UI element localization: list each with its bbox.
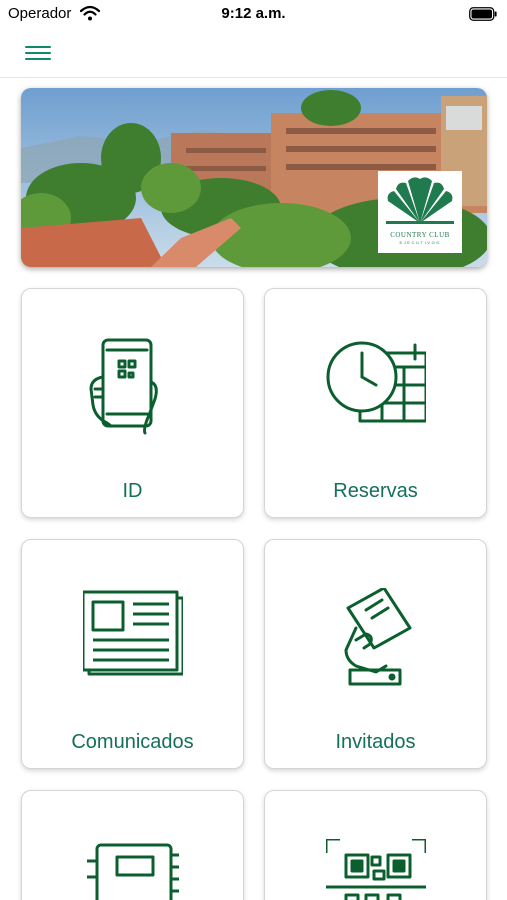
phone-qr-hand-icon (89, 338, 158, 435)
shell-logo-icon (386, 177, 454, 224)
notebook-icon (86, 843, 179, 900)
clock-time: 9:12 a.m. (221, 5, 286, 22)
battery-icon (469, 7, 497, 21)
country-club-logo: COUNTRY CLUB EJECUTIVOS (378, 171, 462, 253)
club-banner-image: COUNTRY CLUB EJECUTIVOS (21, 88, 487, 267)
hamburger-menu-icon[interactable] (20, 40, 56, 66)
menu-card-label: Reservas (333, 480, 418, 502)
menu-card-label: Comunicados (71, 731, 194, 753)
menu-card-label: Invitados (335, 731, 416, 753)
navigation-bar (0, 28, 507, 78)
menu-card-invitados[interactable]: Invitados (264, 539, 487, 769)
menu-card-comunicados[interactable]: Comunicados (21, 539, 244, 769)
menu-card-qr[interactable] (264, 790, 487, 900)
menu-card-label: ID (122, 480, 143, 502)
clock-calendar-icon (326, 341, 426, 423)
logo-subtext: EJECUTIVOS (399, 240, 441, 245)
newspaper-icon (82, 590, 183, 676)
status-bar: Operador 9:12 a.m. (0, 0, 507, 28)
menu-card-id[interactable]: ID (21, 288, 244, 518)
hand-ticket-icon (344, 588, 411, 686)
qr-scan-icon (325, 839, 426, 900)
logo-text: COUNTRY CLUB (390, 231, 450, 239)
menu-card-notebook[interactable] (21, 790, 244, 900)
menu-card-reservas[interactable]: Reservas (264, 288, 487, 518)
